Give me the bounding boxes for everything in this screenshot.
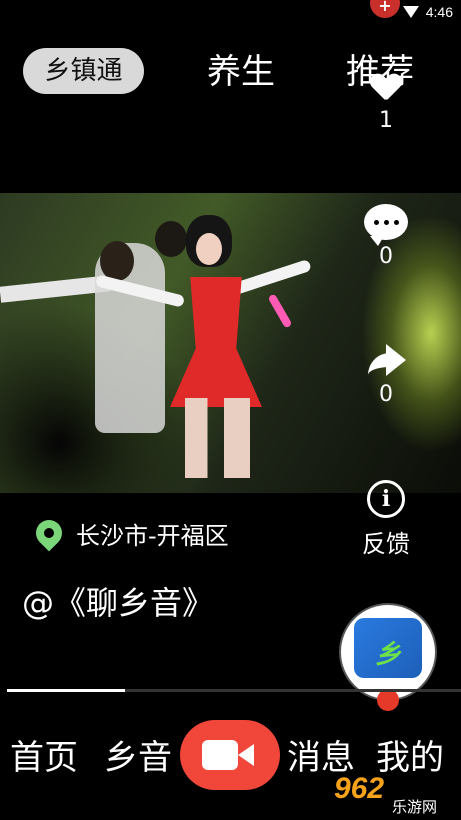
comment-icon xyxy=(364,204,408,246)
nav-home[interactable]: 首页 xyxy=(10,736,78,780)
video-progress-bar[interactable] xyxy=(7,689,461,692)
record-button[interactable] xyxy=(180,720,280,790)
feedback-button[interactable]: i 反馈 xyxy=(351,480,421,559)
progress-fill xyxy=(7,689,126,692)
tab-township[interactable]: 乡镇通 xyxy=(23,48,144,94)
author-name[interactable]: @《聊乡音》 xyxy=(22,578,214,624)
notification-badge: + xyxy=(370,0,400,18)
status-bar: + 4:46 xyxy=(0,0,461,26)
follow-plus-icon[interactable] xyxy=(377,689,399,711)
share-button[interactable]: 0 xyxy=(356,344,416,407)
like-button[interactable]: 1 xyxy=(356,74,416,133)
share-icon xyxy=(364,344,408,378)
wifi-icon xyxy=(403,6,419,18)
app-logo-icon: 乡 xyxy=(354,618,422,678)
feedback-label: 反馈 xyxy=(362,530,410,558)
music-disc[interactable]: 乡 xyxy=(339,603,437,711)
nav-voice[interactable]: 乡音 xyxy=(104,736,172,780)
comment-button[interactable]: 0 xyxy=(356,204,416,269)
tab-health[interactable]: 养生 xyxy=(207,50,275,94)
watermark: 962 乐游网 xyxy=(334,772,438,816)
comment-count: 0 xyxy=(379,244,393,269)
info-icon: i xyxy=(367,480,405,518)
clock: 4:46 xyxy=(425,4,453,20)
location-text: 长沙市-开福区 xyxy=(76,521,229,550)
camera-icon xyxy=(202,740,238,770)
like-count: 1 xyxy=(379,108,393,133)
location-tag[interactable]: 长沙市-开福区 xyxy=(30,514,229,552)
heart-icon xyxy=(371,74,401,104)
location-pin-icon xyxy=(30,514,68,552)
